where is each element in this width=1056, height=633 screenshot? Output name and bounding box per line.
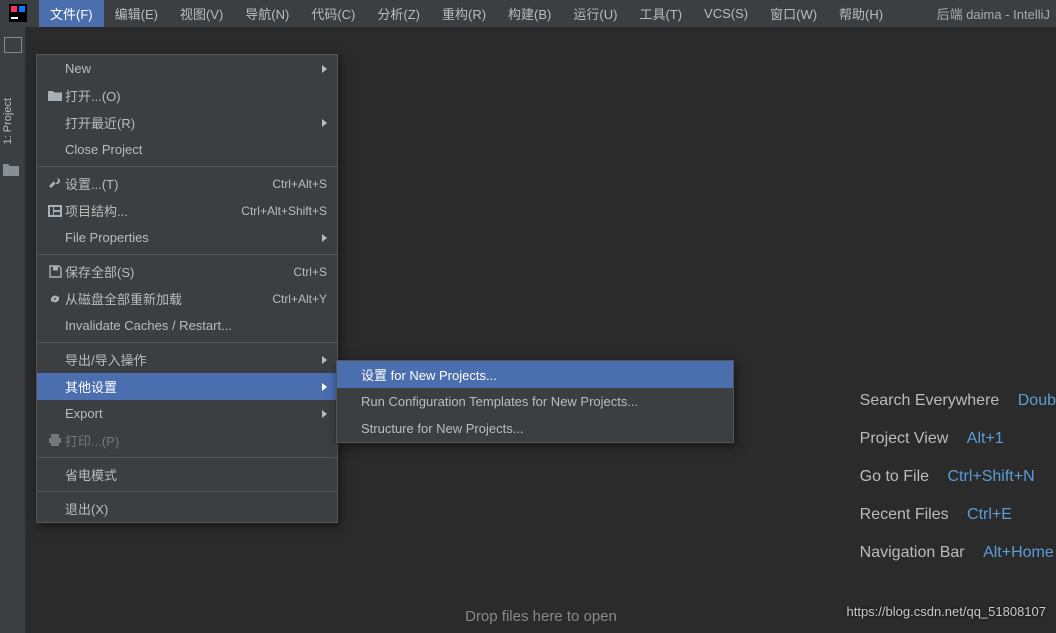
toolwindow-project-icon[interactable]	[4, 37, 22, 53]
settings-for-new-projects[interactable]: 设置 for New Projects...	[337, 361, 733, 388]
menu-file[interactable]: 文件(F)	[39, 0, 104, 27]
submenu-arrow-icon	[322, 234, 327, 242]
menu-help[interactable]: 帮助(H)	[828, 0, 894, 27]
main-body: 1: Project Search Everywhere Doub Projec…	[0, 27, 1056, 633]
file-dropdown-menu: New 打开...(O) 打开最近(R) Close Project 设置...…	[36, 54, 338, 523]
tip-recent-files: Recent Files Ctrl+E	[860, 506, 1056, 524]
file-project-structure[interactable]: 项目结构... Ctrl+Alt+Shift+S	[37, 197, 337, 224]
submenu-arrow-icon	[322, 65, 327, 73]
menu-build[interactable]: 构建(B)	[497, 0, 562, 27]
file-reload-from-disk[interactable]: 从磁盘全部重新加载 Ctrl+Alt+Y	[37, 285, 337, 312]
file-other-settings[interactable]: 其他设置	[37, 373, 337, 400]
menu-vcs[interactable]: VCS(S)	[693, 0, 759, 27]
wrench-icon	[45, 177, 65, 191]
project-structure-icon	[45, 205, 65, 217]
submenu-arrow-icon	[322, 410, 327, 418]
file-close-project[interactable]: Close Project	[37, 136, 337, 163]
print-icon	[45, 434, 65, 447]
menu-run[interactable]: 运行(U)	[562, 0, 628, 27]
toolwindow-commander-icon[interactable]	[2, 162, 20, 178]
file-save-all[interactable]: 保存全部(S) Ctrl+S	[37, 258, 337, 285]
submenu-arrow-icon	[322, 356, 327, 364]
toolwindow-project-label[interactable]: 1: Project	[2, 98, 14, 144]
file-print[interactable]: 打印...(P)	[37, 427, 337, 454]
menu-tools[interactable]: 工具(T)	[628, 0, 693, 27]
menu-separator	[37, 166, 337, 167]
menu-separator	[37, 491, 337, 492]
menu-view[interactable]: 视图(V)	[169, 0, 234, 27]
menu-code[interactable]: 代码(C)	[300, 0, 366, 27]
menu-separator	[37, 254, 337, 255]
file-export[interactable]: Export	[37, 400, 337, 427]
file-file-properties[interactable]: File Properties	[37, 224, 337, 251]
menu-edit[interactable]: 编辑(E)	[104, 0, 169, 27]
submenu-arrow-icon	[322, 383, 327, 391]
save-icon	[45, 265, 65, 278]
structure-for-new-projects[interactable]: Structure for New Projects...	[337, 415, 733, 442]
intellij-logo-icon	[7, 2, 29, 24]
file-import-export[interactable]: 导出/导入操作	[37, 346, 337, 373]
folder-open-icon	[45, 90, 65, 102]
run-config-templates-new-projects[interactable]: Run Configuration Templates for New Proj…	[337, 388, 733, 415]
menu-separator	[37, 342, 337, 343]
tip-search-everywhere: Search Everywhere Doub	[860, 392, 1056, 410]
file-new[interactable]: New	[37, 55, 337, 82]
welcome-tips: Search Everywhere Doub Project View Alt+…	[860, 392, 1056, 582]
file-invalidate-caches[interactable]: Invalidate Caches / Restart...	[37, 312, 337, 339]
sync-icon	[45, 292, 65, 306]
tip-project-view: Project View Alt+1	[860, 430, 1056, 448]
menu-refactor[interactable]: 重构(R)	[431, 0, 497, 27]
file-open[interactable]: 打开...(O)	[37, 82, 337, 109]
tip-go-to-file: Go to File Ctrl+Shift+N	[860, 468, 1056, 486]
menu-navigate[interactable]: 导航(N)	[234, 0, 300, 27]
tip-nav-bar: Navigation Bar Alt+Home	[860, 544, 1056, 562]
file-settings[interactable]: 设置...(T) Ctrl+Alt+S	[37, 170, 337, 197]
file-power-save[interactable]: 省电模式	[37, 461, 337, 488]
other-settings-submenu: 设置 for New Projects... Run Configuration…	[336, 360, 734, 443]
submenu-arrow-icon	[322, 119, 327, 127]
file-exit[interactable]: 退出(X)	[37, 495, 337, 522]
menu-separator	[37, 457, 337, 458]
file-open-recent[interactable]: 打开最近(R)	[37, 109, 337, 136]
tool-window-strip-left: 1: Project	[0, 27, 26, 633]
menu-window[interactable]: 窗口(W)	[759, 0, 828, 27]
watermark-text: https://blog.csdn.net/qq_51808107	[847, 604, 1047, 619]
menubar: 文件(F) 编辑(E) 视图(V) 导航(N) 代码(C) 分析(Z) 重构(R…	[0, 0, 1056, 27]
window-title: 后端 daima - IntelliJ	[931, 0, 1056, 27]
menu-analyze[interactable]: 分析(Z)	[366, 0, 431, 27]
